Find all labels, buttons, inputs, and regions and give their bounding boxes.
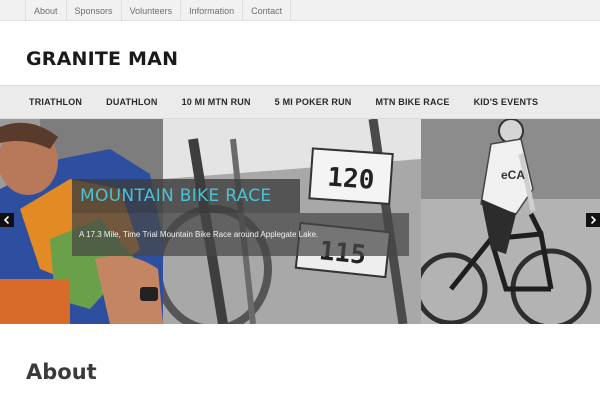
nav-item-mtn-bike-race[interactable]: MTN BIKE RACE: [363, 86, 461, 118]
slide-photo-mountain-biker: eCA: [421, 119, 600, 324]
slide-caption-title[interactable]: MOUNTAIN BIKE RACE: [80, 186, 271, 206]
top-utility-bar: About Sponsors Volunteers Information Co…: [0, 0, 600, 21]
slide-caption-description-box: A 17.3 Mile, Time Trial Mountain Bike Ra…: [72, 213, 409, 256]
slider-prev-button[interactable]: [0, 213, 14, 227]
logo-text: GRANITE MAN: [26, 48, 179, 70]
hero-slider[interactable]: 120 115 eCA MOUNTAI: [0, 119, 600, 324]
site-header: GRANITE MAN: [0, 21, 600, 85]
nav-item-triathlon[interactable]: TRIATHLON: [17, 86, 94, 118]
about-section: About: [0, 324, 600, 400]
svg-text:eCA: eCA: [501, 168, 525, 182]
about-heading: About: [26, 360, 97, 384]
slide-caption-description: A 17.3 Mile, Time Trial Mountain Bike Ra…: [79, 230, 319, 239]
top-link-about[interactable]: About: [25, 0, 67, 21]
top-link-sponsors[interactable]: Sponsors: [67, 0, 122, 21]
main-navigation: TRIATHLON DUATHLON 10 MI MTN RUN 5 MI PO…: [0, 85, 600, 119]
slider-next-button[interactable]: [586, 213, 600, 227]
mountain-biker-illustration: eCA: [421, 119, 600, 324]
top-link-volunteers[interactable]: Volunteers: [122, 0, 182, 21]
chevron-left-icon: [3, 216, 10, 224]
top-link-contact[interactable]: Contact: [243, 0, 292, 21]
main-nav-list: TRIATHLON DUATHLON 10 MI MTN RUN 5 MI PO…: [0, 86, 600, 118]
top-links: About Sponsors Volunteers Information Co…: [0, 0, 600, 21]
nav-item-poker-run[interactable]: 5 MI POKER RUN: [263, 86, 364, 118]
site-logo[interactable]: GRANITE MAN: [26, 48, 178, 70]
nav-item-duathlon[interactable]: DUATHLON: [94, 86, 169, 118]
nav-item-kids-events[interactable]: KID'S EVENTS: [462, 86, 551, 118]
slide-caption-title-box: MOUNTAIN BIKE RACE: [72, 179, 300, 213]
top-link-information[interactable]: Information: [181, 0, 244, 21]
slide-caption: MOUNTAIN BIKE RACE A 17.3 Mile, Time Tri…: [72, 179, 409, 316]
nav-item-mtn-run[interactable]: 10 MI MTN RUN: [170, 86, 263, 118]
chevron-right-icon: [590, 216, 597, 224]
